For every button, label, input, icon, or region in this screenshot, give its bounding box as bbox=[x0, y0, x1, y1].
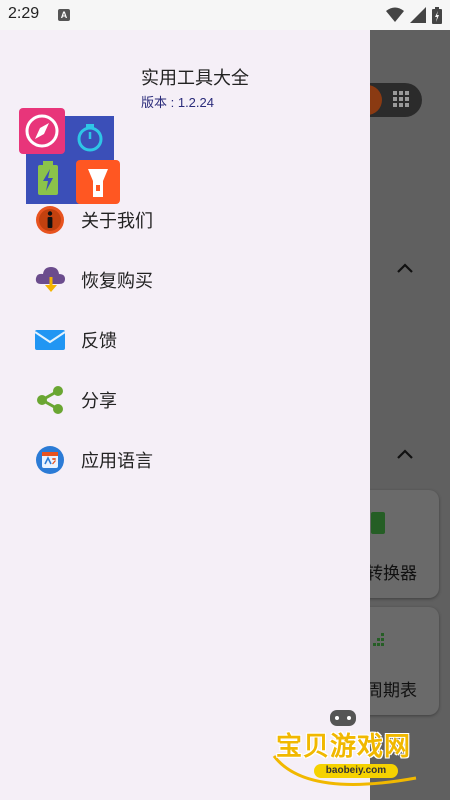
menu-item-about[interactable]: 关于我们 bbox=[0, 190, 370, 250]
mail-icon bbox=[34, 324, 66, 356]
converter-icon bbox=[371, 512, 385, 534]
notification-icon: A bbox=[58, 9, 70, 21]
menu-item-feedback[interactable]: 反馈 bbox=[0, 310, 370, 370]
menu-label: 恢复购买 bbox=[81, 271, 153, 292]
menu-item-app-language[interactable]: 应用语言 bbox=[0, 430, 370, 490]
menu-label: 关于我们 bbox=[81, 211, 153, 232]
share-icon bbox=[34, 384, 66, 416]
menu-label: 反馈 bbox=[81, 331, 117, 352]
status-time: 2:29 bbox=[8, 5, 40, 22]
battery-icon bbox=[432, 6, 442, 24]
card-label: 周期表 bbox=[366, 681, 417, 701]
restore-purchase-icon bbox=[34, 264, 66, 296]
periodic-table-icon bbox=[373, 633, 384, 646]
language-icon bbox=[34, 444, 66, 476]
watermark-url: baobeiy.com bbox=[314, 764, 398, 778]
wifi-icon bbox=[386, 7, 404, 22]
app-title: 实用工具大全 bbox=[141, 68, 249, 89]
status-icons bbox=[386, 6, 442, 24]
info-icon bbox=[34, 204, 66, 236]
menu-label: 应用语言 bbox=[81, 451, 153, 472]
watermark-text: 宝贝游戏网 bbox=[276, 732, 412, 762]
card-label: 转换器 bbox=[366, 564, 417, 584]
menu-item-share[interactable]: 分享 bbox=[0, 370, 370, 430]
grid-menu-icon bbox=[393, 91, 409, 107]
chevron-up-icon bbox=[397, 449, 413, 459]
watermark: 宝贝游戏网 baobeiy.com bbox=[266, 706, 446, 796]
chevron-up-icon bbox=[397, 263, 413, 273]
status-bar: 2:29 A bbox=[0, 0, 450, 30]
app-version: 版本 : 1.2.24 bbox=[141, 95, 214, 110]
signal-icon bbox=[410, 7, 426, 23]
navigation-drawer: 实用工具大全 版本 : 1.2.24 关于我们 恢复购买 反馈 分享 应用语言 bbox=[0, 30, 370, 800]
menu-item-restore-purchase[interactable]: 恢复购买 bbox=[0, 250, 370, 310]
menu-label: 分享 bbox=[81, 391, 117, 412]
app-logo-icon bbox=[19, 108, 120, 204]
